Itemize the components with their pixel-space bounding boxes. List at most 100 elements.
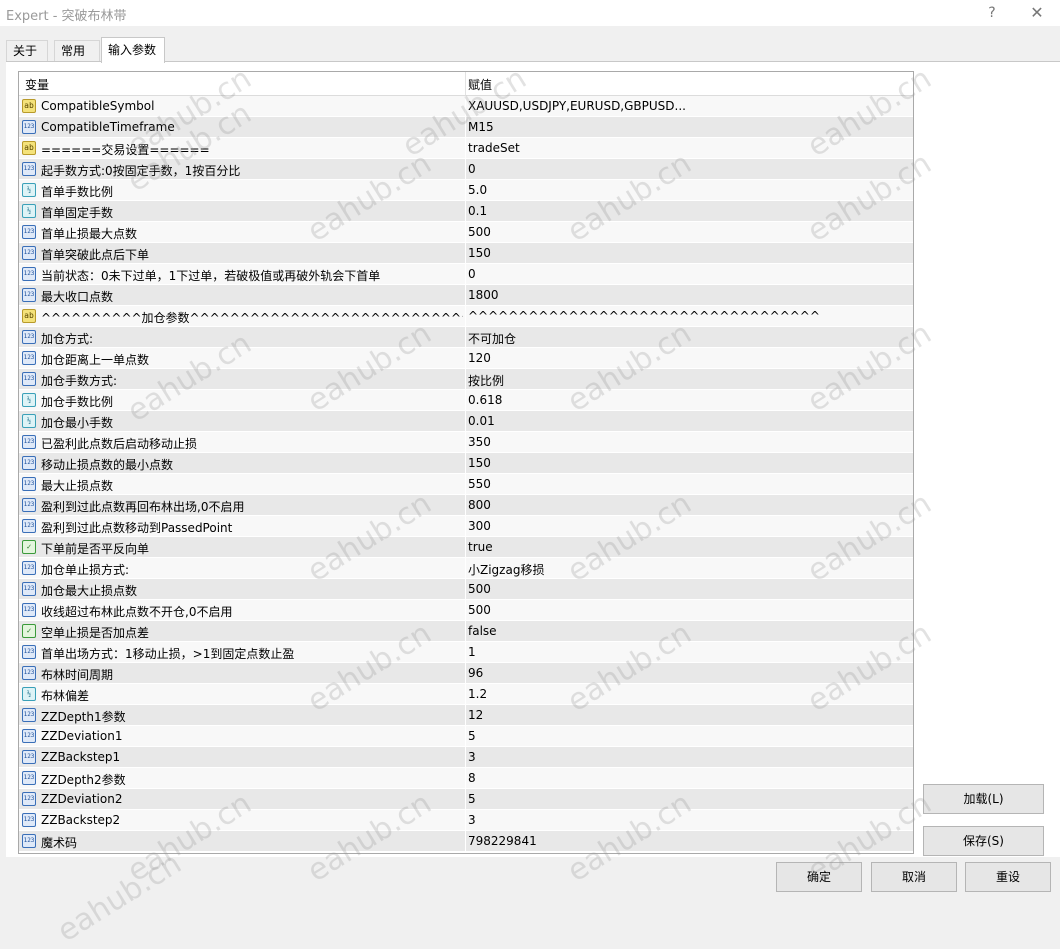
table-row[interactable]: ½ 首单固定手数 0.1 [19,201,913,222]
table-row[interactable]: 123 ZZDeviation1 5 [19,726,913,747]
parameter-value[interactable]: true [468,540,908,554]
parameter-value[interactable]: 500 [468,225,908,239]
table-row[interactable]: ½ 加仓手数比例 0.618 [19,390,913,411]
table-row[interactable]: 123 首单突破此点后下单 150 [19,243,913,264]
parameter-value[interactable]: 500 [468,582,908,596]
table-row[interactable]: 123 最大止损点数 550 [19,474,913,495]
parameter-value[interactable]: 0.01 [468,414,908,428]
double-type-icon: ½ [22,183,36,197]
table-row[interactable]: 123 加仓单止损方式: 小Zigzag移损 [19,558,913,579]
tab-common[interactable]: 常用 [54,40,100,61]
parameter-value[interactable]: 96 [468,666,908,680]
table-row[interactable]: 123 魔术码 798229841 [19,831,913,852]
tab-about[interactable]: 关于 [6,40,48,61]
table-row[interactable]: 123 移动止损点数的最小点数 150 [19,453,913,474]
table-row[interactable]: ✓ 空单止损是否加点差 false [19,621,913,642]
parameter-value[interactable]: 1.2 [468,687,908,701]
table-row[interactable]: 123 ZZDeviation2 5 [19,789,913,810]
parameter-value[interactable]: XAUUSD,USDJPY,EURUSD,GBPUSD... [468,99,908,113]
parameter-value[interactable]: 798229841 [468,834,908,848]
table-row[interactable]: 123 ZZDepth1参数 12 [19,705,913,726]
table-row[interactable]: ab CompatibleSymbol XAUUSD,USDJPY,EURUSD,G… [19,96,913,117]
parameter-value[interactable]: 3 [468,813,908,827]
tab-inputs[interactable]: 输入参数 [101,37,165,63]
table-row[interactable]: 123 加仓方式: 不可加仓 [19,327,913,348]
parameter-value[interactable]: 1800 [468,288,908,302]
table-row[interactable]: ab ^^^^^^^^^^加仓参数^^^^^^^^^^^^^^^^^^^^^^^^… [19,306,913,327]
parameter-value[interactable]: 0 [468,267,908,281]
parameter-value[interactable]: 5 [468,729,908,743]
table-row[interactable]: 123 ZZDepth2参数 8 [19,768,913,789]
parameter-value[interactable]: 800 [468,498,908,512]
parameter-value[interactable]: 0.618 [468,393,908,407]
table-row[interactable]: 123 首单出场方式：1移动止损，>1到固定点数止盈 1 [19,642,913,663]
table-row[interactable]: ½ 加仓最小手数 0.01 [19,411,913,432]
table-row[interactable]: 123 布林时间周期 96 [19,663,913,684]
parameter-name: ======交易设置====== [41,143,210,157]
column-header-value[interactable]: 赋值 [468,76,492,93]
parameter-value[interactable]: 150 [468,246,908,260]
help-button[interactable]: ? [977,2,1007,24]
table-row[interactable]: 123 已盈利此点数后启动移动止损 350 [19,432,913,453]
table-row[interactable]: 123 加仓手数方式: 按比例 [19,369,913,390]
cell-divider [465,96,466,117]
column-header-variable[interactable]: 变量 [25,76,49,93]
table-row[interactable]: ✓ 下单前是否平反向单 true [19,537,913,558]
table-row[interactable]: ab ======交易设置====== tradeSet [19,138,913,159]
ok-button[interactable]: 确定 [776,862,862,892]
table-row[interactable]: 123 收线超过布林此点数不开仓,0不启用 500 [19,600,913,621]
save-button[interactable]: 保存(S) [923,826,1044,856]
parameter-value[interactable]: 按比例 [468,372,908,389]
string-type-icon: ab [22,141,36,155]
parameter-value[interactable]: 0 [468,162,908,176]
table-row[interactable]: 123 盈利到过此点数移动到PassedPoint 300 [19,516,913,537]
parameter-value[interactable]: 不可加仓 [468,330,908,347]
cell-divider [465,117,466,138]
table-row[interactable]: 123 首单止损最大点数 500 [19,222,913,243]
parameter-name: 魔术码 [41,836,78,850]
parameter-value[interactable]: 8 [468,771,908,785]
parameter-value[interactable]: 500 [468,603,908,617]
integer-type-icon: 123 [22,498,36,512]
parameter-value[interactable]: 12 [468,708,908,722]
parameter-value[interactable]: 120 [468,351,908,365]
column-divider[interactable] [465,72,466,95]
parameter-value[interactable]: 5 [468,792,908,806]
table-row[interactable]: 123 当前状态：0未下过单，1下过单，若破极值或再破外轨会下首单 0 [19,264,913,285]
parameter-value[interactable]: 150 [468,456,908,470]
parameter-value[interactable]: 550 [468,477,908,491]
table-row[interactable]: 123 加仓最大止损点数 500 [19,579,913,600]
table-row[interactable]: ½ 布林偏差 1.2 [19,684,913,705]
window-title: Expert - 突破布林带 [6,9,127,24]
parameter-value[interactable]: 1 [468,645,908,659]
grid-header: 变量 赋值 [19,72,913,96]
table-row[interactable]: 123 盈利到过此点数再回布林出场,0不启用 800 [19,495,913,516]
parameter-value[interactable]: ^^^^^^^^^^^^^^^^^^^^^^^^^^^^^^^^^^^ [468,309,908,323]
watermark-text: eahub.cn [51,845,188,949]
cell-divider [465,306,466,327]
parameter-value[interactable]: false [468,624,908,638]
table-row[interactable]: 123 ZZBackstep1 3 [19,747,913,768]
parameter-value[interactable]: 0.1 [468,204,908,218]
cell-divider [465,726,466,747]
close-button[interactable]: ✕ [1022,2,1052,24]
cancel-button[interactable]: 取消 [871,862,957,892]
parameter-value[interactable]: tradeSet [468,141,908,155]
table-row[interactable]: ½ 首单手数比例 5.0 [19,180,913,201]
table-row[interactable]: 123 ZZBackstep2 3 [19,810,913,831]
parameter-value[interactable]: 小Zigzag移损 [468,561,908,578]
cell-divider [465,222,466,243]
integer-type-icon: 123 [22,435,36,449]
reset-button[interactable]: 重设 [965,862,1051,892]
table-row[interactable]: 123 最大收口点数 1800 [19,285,913,306]
parameter-value[interactable]: 5.0 [468,183,908,197]
parameter-value[interactable]: M15 [468,120,908,134]
table-row[interactable]: 123 加仓距离上一单点数 120 [19,348,913,369]
parameter-value[interactable]: 350 [468,435,908,449]
load-button[interactable]: 加载(L) [923,784,1044,814]
parameter-name: 加仓手数方式: [41,374,118,388]
parameter-value[interactable]: 300 [468,519,908,533]
table-row[interactable]: 123 起手数方式:0按固定手数，1按百分比 0 [19,159,913,180]
parameter-value[interactable]: 3 [468,750,908,764]
table-row[interactable]: 123 CompatibleTimeframe M15 [19,117,913,138]
